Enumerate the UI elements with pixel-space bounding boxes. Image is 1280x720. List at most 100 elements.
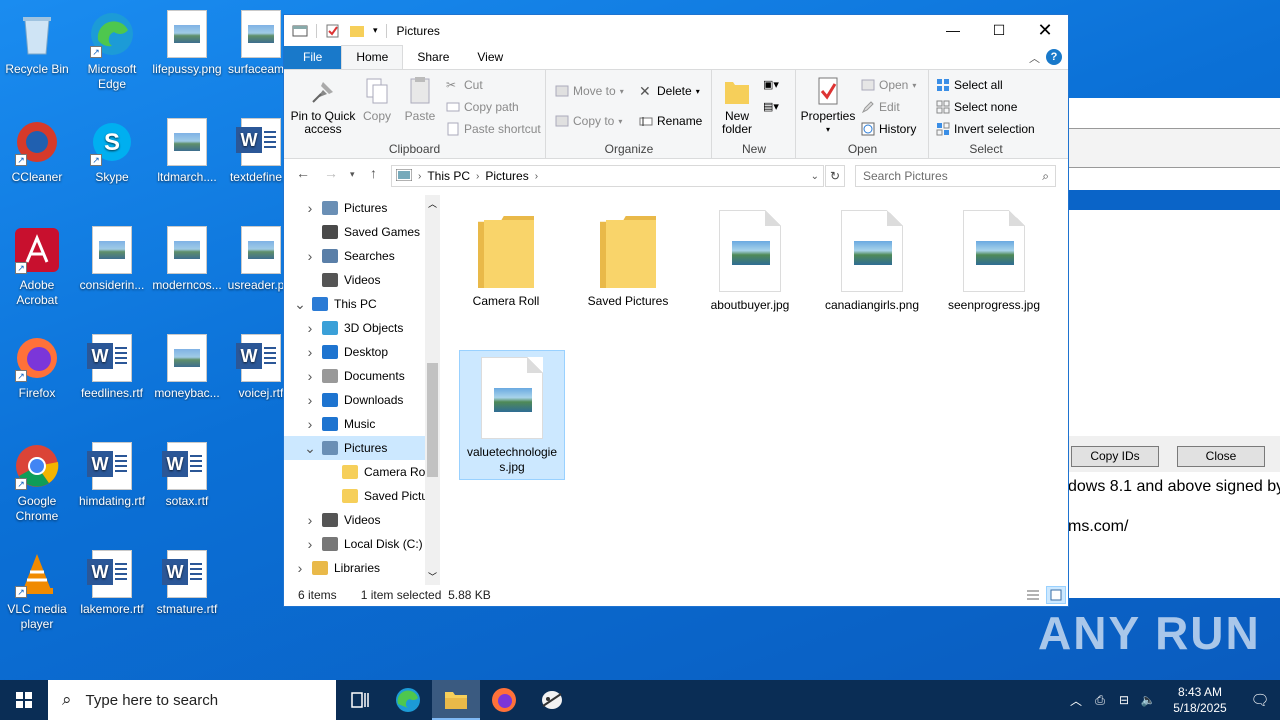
select-none-button[interactable]: Select none bbox=[936, 100, 1017, 114]
collapsed-chevron-icon[interactable]: › bbox=[304, 248, 316, 264]
scroll-thumb[interactable] bbox=[427, 363, 438, 477]
device-icon[interactable]: ⎙ bbox=[1088, 693, 1112, 708]
desktop-icon-vlc[interactable]: ↗ VLC media player bbox=[0, 544, 74, 632]
file-item[interactable]: seenprogress.jpg bbox=[941, 210, 1047, 313]
copy-path-button[interactable]: Copy path bbox=[446, 100, 519, 114]
expanded-chevron-icon[interactable]: ⌄ bbox=[294, 296, 306, 313]
tab-share[interactable]: Share bbox=[403, 46, 463, 69]
collapsed-chevron-icon[interactable]: › bbox=[304, 392, 316, 408]
scroll-down-icon[interactable]: ﹀ bbox=[428, 570, 437, 583]
copy-ids-button[interactable]: Copy IDs bbox=[1071, 446, 1159, 467]
maximize-button[interactable]: ☐ bbox=[976, 15, 1022, 46]
start-button[interactable] bbox=[0, 680, 48, 720]
breadcrumb-pictures[interactable]: Pictures bbox=[485, 169, 528, 183]
nav-item-saved-games[interactable]: Saved Games bbox=[284, 220, 425, 244]
collapsed-chevron-icon[interactable]: › bbox=[304, 536, 316, 552]
tab-home[interactable]: Home bbox=[341, 45, 404, 69]
details-view-icon[interactable] bbox=[1023, 586, 1043, 604]
collapsed-chevron-icon[interactable]: › bbox=[304, 512, 316, 528]
nav-item-camera-roll[interactable]: Camera Roll bbox=[284, 460, 431, 484]
nav-item-this-pc[interactable]: ⌄ This PC bbox=[284, 292, 425, 316]
address-bar[interactable]: › This PC › Pictures › ⌄ bbox=[391, 165, 824, 187]
file-item[interactable]: aboutbuyer.jpg bbox=[697, 210, 803, 313]
taskbar-firefox[interactable] bbox=[480, 680, 528, 720]
desktop-icon-firefox[interactable]: ↗ Firefox bbox=[0, 328, 74, 401]
paste-button[interactable]: Paste bbox=[400, 76, 440, 123]
network-icon[interactable]: ⊟ bbox=[1112, 693, 1136, 707]
nav-item-saved-picture[interactable]: Saved Picture bbox=[284, 484, 439, 508]
taskbar-search-box[interactable]: ⌕ Type here to search bbox=[48, 680, 336, 720]
nav-item-documents[interactable]: › Documents bbox=[284, 364, 425, 388]
nav-item-3d-objects[interactable]: › 3D Objects bbox=[284, 316, 425, 340]
paste-shortcut-button[interactable]: Paste shortcut bbox=[446, 122, 541, 136]
desktop-file[interactable]: sotax.rtf bbox=[150, 436, 224, 509]
collapse-ribbon-icon[interactable]: ︿ bbox=[1029, 50, 1040, 66]
nav-item-local-disk-c[interactable]: › Local Disk (C:) bbox=[284, 532, 425, 556]
desktop-file[interactable]: feedlines.rtf bbox=[75, 328, 149, 401]
folder-item[interactable]: Camera Roll bbox=[453, 210, 559, 309]
new-folder-button[interactable]: New folder bbox=[717, 76, 757, 136]
collapsed-chevron-icon[interactable]: › bbox=[304, 320, 316, 336]
desktop-file[interactable]: lakemore.rtf bbox=[75, 544, 149, 617]
taskbar-app[interactable] bbox=[528, 680, 576, 720]
breadcrumb-this-pc[interactable]: This PC bbox=[427, 169, 470, 183]
collapsed-chevron-icon[interactable]: › bbox=[304, 344, 316, 360]
desktop-file[interactable]: stmature.rtf bbox=[150, 544, 224, 617]
nav-item-videos[interactable]: › Videos bbox=[284, 508, 425, 532]
new-item-icon[interactable]: ▣▾ bbox=[763, 78, 779, 91]
expanded-chevron-icon[interactable]: ⌄ bbox=[304, 440, 316, 457]
window-menu-icon[interactable] bbox=[292, 24, 308, 38]
collapsed-chevron-icon[interactable]: › bbox=[294, 560, 306, 576]
nav-item-searches[interactable]: › Searches bbox=[284, 244, 425, 268]
nav-item-desktop[interactable]: › Desktop bbox=[284, 340, 425, 364]
move-to-button[interactable]: Move to ▾ bbox=[555, 84, 624, 98]
collapsed-chevron-icon[interactable]: › bbox=[304, 200, 316, 216]
rename-button[interactable]: Rename bbox=[639, 114, 702, 128]
taskbar-edge[interactable] bbox=[384, 680, 432, 720]
desktop-icon-google-chrome[interactable]: ↗ Google Chrome bbox=[0, 436, 74, 524]
folder-item[interactable]: Saved Pictures bbox=[575, 210, 681, 309]
desktop-icon-microsoft-edge[interactable]: ↗ Microsoft Edge bbox=[75, 4, 149, 92]
cut-button[interactable]: ✂ Cut bbox=[446, 78, 483, 92]
close-window-button[interactable]: ✕ bbox=[1022, 15, 1068, 46]
easy-access-icon[interactable]: ▤▾ bbox=[763, 100, 779, 113]
file-item[interactable]: canadiangirls.png bbox=[819, 210, 925, 313]
nav-item-pictures[interactable]: ⌄ Pictures bbox=[284, 436, 425, 460]
address-dropdown-icon[interactable]: ⌄ bbox=[811, 171, 819, 182]
back-arrow-icon[interactable]: ← bbox=[296, 165, 310, 181]
help-icon[interactable]: ? bbox=[1046, 49, 1062, 65]
desktop-file[interactable]: himdating.rtf bbox=[75, 436, 149, 509]
tab-file[interactable]: File bbox=[284, 46, 342, 69]
task-view-button[interactable] bbox=[336, 680, 384, 720]
tab-view[interactable]: View bbox=[463, 46, 517, 69]
history-button[interactable]: History bbox=[861, 122, 916, 136]
notifications-icon[interactable]: 🗨 bbox=[1240, 691, 1280, 709]
collapsed-chevron-icon[interactable]: › bbox=[304, 416, 316, 432]
desktop-icon-adobe-acrobat[interactable]: ↗ Adobe Acrobat bbox=[0, 220, 74, 308]
close-button[interactable]: Close bbox=[1177, 446, 1265, 467]
edit-button[interactable]: Edit bbox=[861, 100, 900, 114]
select-all-button[interactable]: Select all bbox=[936, 78, 1003, 92]
copy-button[interactable]: Copy bbox=[360, 76, 394, 123]
show-hidden-icons-chevron-icon[interactable]: ︿ bbox=[1064, 692, 1088, 709]
collapsed-chevron-icon[interactable]: › bbox=[304, 368, 316, 384]
properties-button[interactable]: Properties ▾ bbox=[799, 76, 857, 136]
nav-item-music[interactable]: › Music bbox=[284, 412, 425, 436]
new-folder-quick-icon[interactable] bbox=[349, 24, 365, 38]
minimize-button[interactable]: — bbox=[930, 15, 976, 46]
taskbar-file-explorer[interactable] bbox=[432, 680, 480, 720]
up-arrow-icon[interactable]: ↑ bbox=[370, 165, 377, 181]
nav-item-downloads[interactable]: › Downloads bbox=[284, 388, 425, 412]
nav-item-libraries[interactable]: › Libraries bbox=[284, 556, 425, 580]
scroll-up-icon[interactable]: ︿ bbox=[428, 197, 437, 210]
nav-pane-scrollbar[interactable]: ︿ ﹀ bbox=[425, 195, 440, 585]
copy-to-button[interactable]: Copy to ▾ bbox=[555, 114, 622, 128]
desktop-icon-skype[interactable]: S ↗ Skype bbox=[75, 112, 149, 185]
pin-to-quick-access-button[interactable]: Pin to Quick access bbox=[290, 76, 356, 136]
desktop-file[interactable]: ltdmarch.... bbox=[150, 112, 224, 185]
desktop-file[interactable]: moneybac... bbox=[150, 328, 224, 401]
recent-locations-chevron-icon[interactable]: ▾ bbox=[350, 169, 355, 180]
customize-dropdown-icon[interactable]: ▾ bbox=[373, 25, 378, 36]
desktop-file[interactable]: considerin... bbox=[75, 220, 149, 293]
desktop-icon-ccleaner[interactable]: ↗ CCleaner bbox=[0, 112, 74, 185]
